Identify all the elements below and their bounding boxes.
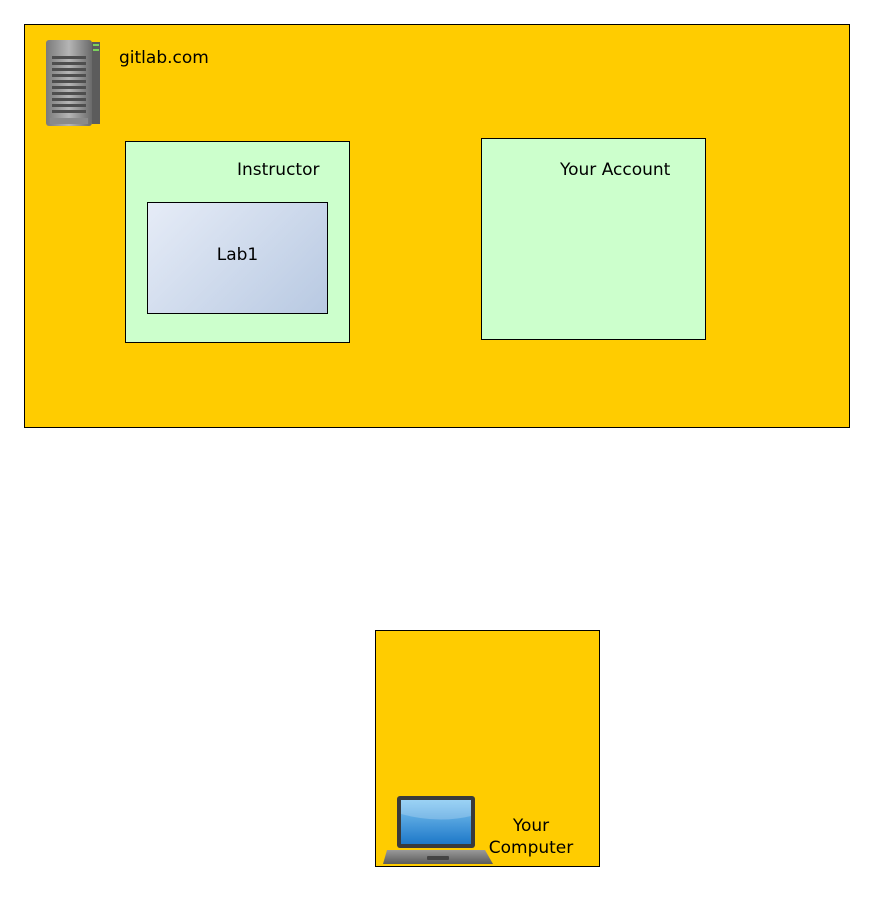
server-label: gitlab.com xyxy=(119,48,209,68)
your-computer-label-line1: Your xyxy=(512,816,550,836)
your-computer-label: Your Computer xyxy=(480,815,582,859)
server-icon xyxy=(44,38,102,128)
instructor-label: Instructor xyxy=(237,160,320,180)
your-account-label: Your Account xyxy=(560,160,671,180)
lab-repository-label: Lab1 xyxy=(216,245,259,265)
laptop-icon xyxy=(383,794,493,866)
your-computer-label-line2: Computer xyxy=(488,838,574,858)
